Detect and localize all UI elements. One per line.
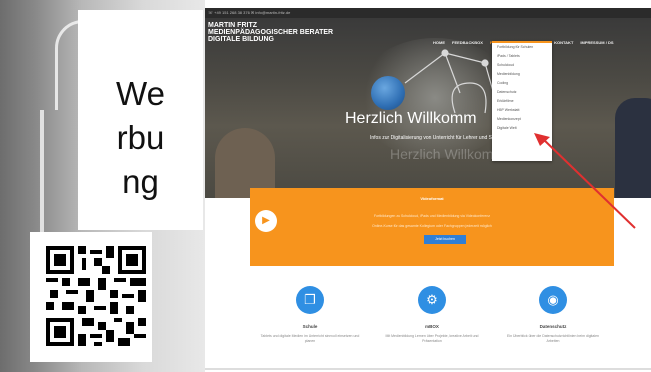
dropdown-item[interactable]: iPads / Tablets [492, 52, 552, 61]
feature-text: Ein Überblick über die Datenschutzrichtl… [506, 334, 600, 343]
feature-title: mBOX [425, 324, 439, 329]
feature-datenschutz[interactable]: ◉ Datenschutz Ein Überblick über die Dat… [503, 286, 603, 344]
dropdown-item-h5p[interactable]: H5P Werkstatt [492, 106, 552, 115]
dropdown-item[interactable]: Medienkonzept [492, 115, 552, 124]
logo-line: DIGITALE BILDUNG [208, 36, 274, 43]
cable-shape [40, 110, 44, 240]
welcome-subtitle: Infos zur Digitalisierung von Unterricht… [370, 135, 507, 141]
dropdown-item[interactable]: Datenschutz [492, 88, 552, 97]
ad-label-line: rbu [116, 119, 165, 156]
dropdown-item[interactable]: Medienbildung [492, 70, 552, 79]
ad-label: We rbu ng [78, 72, 203, 204]
feature-title: Datenschutz [539, 324, 567, 329]
welcome-heading: Herzlich Willkomm [345, 110, 477, 127]
website-screenshot: ☏ +49 151 268 38 376 ✉ info@martin-fritz… [205, 8, 651, 370]
gears-icon: ⚙ [418, 286, 446, 314]
nav-item-kontakt[interactable]: KONTAKT [554, 40, 573, 45]
pointer-arrow [534, 133, 636, 229]
copy-icon: ❐ [296, 286, 324, 314]
logo-line: MARTIN FRITZ [208, 22, 257, 29]
ad-label-line: We [116, 75, 165, 112]
site-logo[interactable]: MARTIN FRITZ MEDIENPÄDAGOGISCHER BERATER… [208, 22, 333, 43]
welcome-ghost-text: Herzlich Willkom [390, 146, 494, 162]
qr-code [46, 246, 146, 346]
dropdown-item[interactable]: Digitale Welt [492, 124, 552, 133]
dropdown-item[interactable]: Coding [492, 79, 552, 88]
dropdown-item[interactable]: Erklärfilme [492, 97, 552, 106]
contact-bar: ☏ +49 151 268 38 376 ✉ info@martin-fritz… [205, 8, 651, 18]
logo-globe [371, 76, 405, 110]
feature-title: Schule [302, 324, 318, 329]
ad-label-line: ng [122, 163, 159, 200]
feature-text: Tablets und digitale Medien im Unterrich… [260, 334, 360, 343]
logo-line: MEDIENPÄDAGOGISCHER BERATER [208, 29, 334, 36]
feature-text: Mit Medienbildung Lernen über Projekte, … [385, 334, 479, 343]
feature-mbox[interactable]: ⚙ mBOX Mit Medienbildung Lernen über Pro… [382, 286, 482, 344]
slide: We rbu ng ☏ +49 151 268 38 376 ✉ info@ma… [0, 0, 651, 372]
dropdown-item[interactable]: Fortbildung für Schulen [492, 43, 552, 52]
divider [205, 368, 651, 370]
feature-schule[interactable]: ❐ Schule Tablets und digitale Medien im … [260, 286, 360, 344]
lock-icon: ◉ [539, 286, 567, 314]
nav-item-impressum[interactable]: IMPRESSUM / DS [580, 40, 613, 45]
book-now-button[interactable]: Jetzt buchen [424, 235, 466, 244]
dropdown-item[interactable]: Schulcloud [492, 61, 552, 70]
